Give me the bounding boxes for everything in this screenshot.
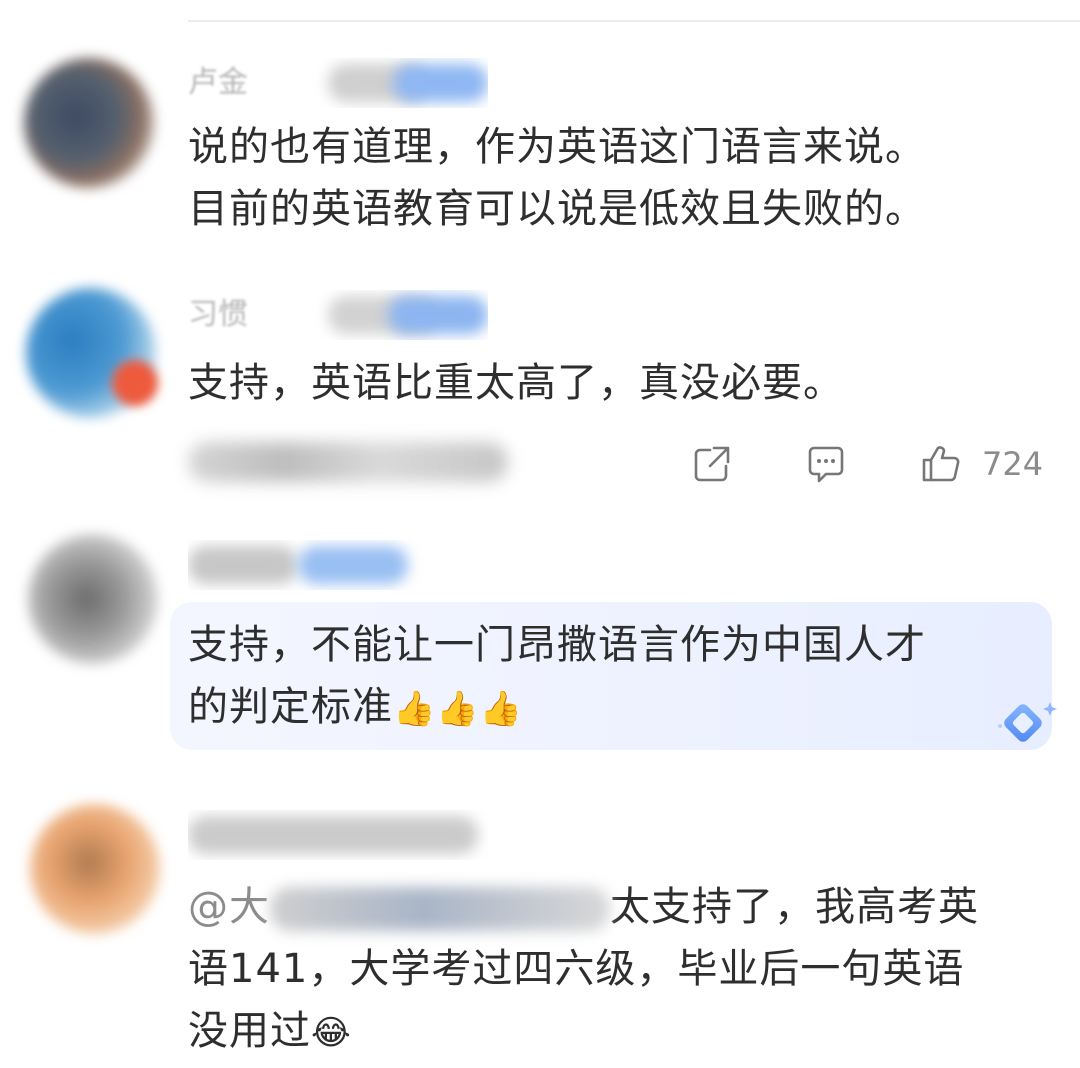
like-count: 724 bbox=[982, 445, 1044, 483]
emoji: 👍👍👍 bbox=[393, 689, 524, 729]
avatar[interactable] bbox=[24, 58, 154, 188]
comment-text: @大 太支持了，我高考英 语141，大学考过四六级，毕业后一句英语 没用过😂 bbox=[188, 884, 979, 1054]
comment-text: 说的也有道理，作为英语这门语言来说。 目前的英语教育可以说是低效且失败的。 bbox=[188, 124, 926, 232]
ai-sparkle-icon[interactable] bbox=[994, 696, 1058, 752]
timestamp bbox=[188, 442, 508, 482]
emoji: 😂 bbox=[311, 1013, 352, 1053]
username[interactable] bbox=[188, 540, 488, 590]
username[interactable]: 卢金 bbox=[188, 58, 488, 108]
thumbs-up-icon[interactable] bbox=[918, 442, 962, 486]
avatar-badge bbox=[112, 360, 158, 406]
avatar[interactable] bbox=[28, 534, 158, 664]
share-icon[interactable] bbox=[690, 442, 734, 486]
comment-text: 支持，英语比重太高了，真没必要。 bbox=[188, 360, 844, 406]
redacted-text bbox=[270, 887, 610, 931]
username[interactable]: 习惯 bbox=[188, 290, 488, 340]
username[interactable] bbox=[188, 810, 488, 860]
mention[interactable]: @大 bbox=[188, 884, 270, 930]
comment-icon[interactable] bbox=[804, 442, 848, 486]
avatar[interactable] bbox=[30, 804, 160, 934]
top-divider bbox=[188, 20, 1080, 22]
comment-text: 支持，不能让一门昂撒语言作为中国人才 的判定标准👍👍👍 bbox=[188, 622, 926, 730]
comment-actions: 724 bbox=[0, 430, 1080, 500]
